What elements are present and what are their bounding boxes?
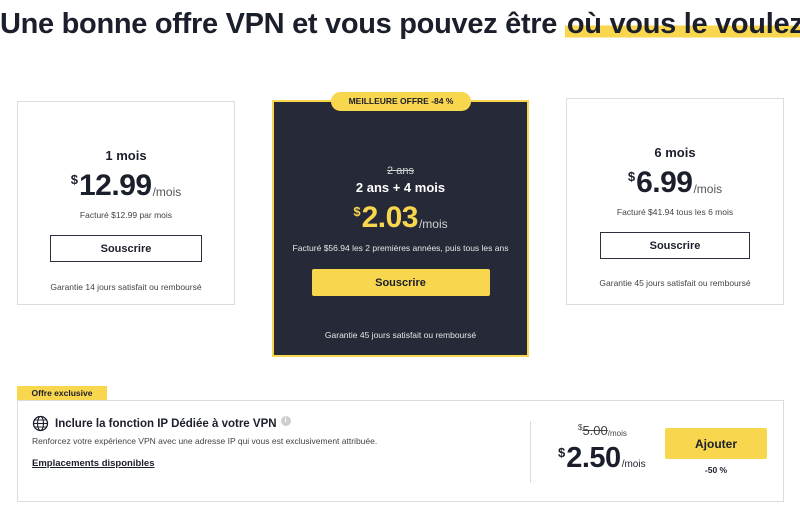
old-price-amount: 5.00 (582, 423, 608, 438)
plan-card-2-years: 2 ans 2 ans + 4 mois $ 2.03 /mois Factur… (272, 100, 529, 357)
addon-header: Inclure la fonction IP Dédiée à votre VP… (32, 415, 291, 432)
price-amount: 6.99 (636, 166, 693, 199)
headline-text: Une bonne offre VPN et vous pouvez être (0, 8, 565, 40)
info-icon[interactable]: i (280, 415, 291, 426)
available-locations-link[interactable]: Emplacements disponibles (32, 458, 154, 469)
exclusive-offer-tag: Offre exclusive (17, 386, 107, 401)
addon-price: $ 2.50 /mois (558, 444, 646, 473)
globe-icon (32, 415, 49, 432)
price-period: /mois (693, 182, 723, 196)
subscribe-button-6-months[interactable]: Souscrire (600, 232, 750, 259)
plan-old-term: 2 ans (387, 165, 414, 177)
headline-highlight: où vous le voulez (564, 8, 800, 40)
price-currency: $ (353, 204, 361, 219)
subscribe-button-2-years[interactable]: Souscrire (311, 269, 490, 296)
dedicated-ip-addon: Inclure la fonction IP Dédiée à votre VP… (17, 400, 784, 502)
plan-billed: Facturé $56.94 les 2 premières années, p… (292, 243, 509, 253)
addon-description: Renforcez votre expérience VPN avec une … (32, 436, 378, 446)
price-currency: $ (558, 445, 566, 460)
addon-divider (530, 421, 531, 483)
plan-card-6-months: 6 mois $ 6.99 /mois Facturé $41.94 tous … (566, 98, 784, 305)
plan-term: 1 mois (105, 148, 147, 163)
plan-card-1-month: 1 mois $ 12.99 /mois Facturé $12.99 par … (17, 101, 235, 305)
price-period: /mois (418, 217, 448, 231)
add-dedicated-ip-button[interactable]: Ajouter (665, 428, 767, 459)
plan-price: $ 6.99 /mois (567, 168, 783, 198)
addon-discount: -50 % (704, 465, 728, 475)
best-offer-badge: MEILLEURE OFFRE -84 % (331, 92, 471, 111)
plan-term: 6 mois (654, 145, 696, 160)
price-currency: $ (70, 172, 78, 187)
plan-guarantee: Garantie 14 jours satisfait ou remboursé (50, 282, 202, 292)
price-currency: $ (627, 169, 636, 184)
old-price-period: /mois (607, 429, 627, 438)
price-amount: 2.50 (566, 442, 621, 474)
plan-billed: Facturé $12.99 par mois (79, 210, 173, 220)
plan-price: $ 12.99 /mois (18, 171, 234, 201)
page-headline: Une bonne offre VPN et vous pouvez être … (0, 8, 800, 41)
price-period: /mois (621, 459, 646, 470)
plan-guarantee: Garantie 45 jours satisfait ou remboursé (324, 330, 477, 340)
price-period: /mois (152, 185, 182, 199)
addon-old-price: $ 5.00 /mois (578, 423, 627, 438)
plan-billed: Facturé $41.94 tous les 6 mois (616, 207, 734, 217)
plan-price: $ 2.03 /mois (274, 203, 527, 233)
price-amount: 2.03 (361, 201, 419, 234)
plan-guarantee: Garantie 45 jours satisfait ou remboursé (599, 278, 751, 288)
subscribe-button-1-month[interactable]: Souscrire (50, 235, 202, 262)
plan-term: 2 ans + 4 mois (355, 180, 446, 195)
addon-title: Inclure la fonction IP Dédiée à votre VP… (55, 417, 277, 430)
price-amount: 12.99 (78, 169, 152, 202)
